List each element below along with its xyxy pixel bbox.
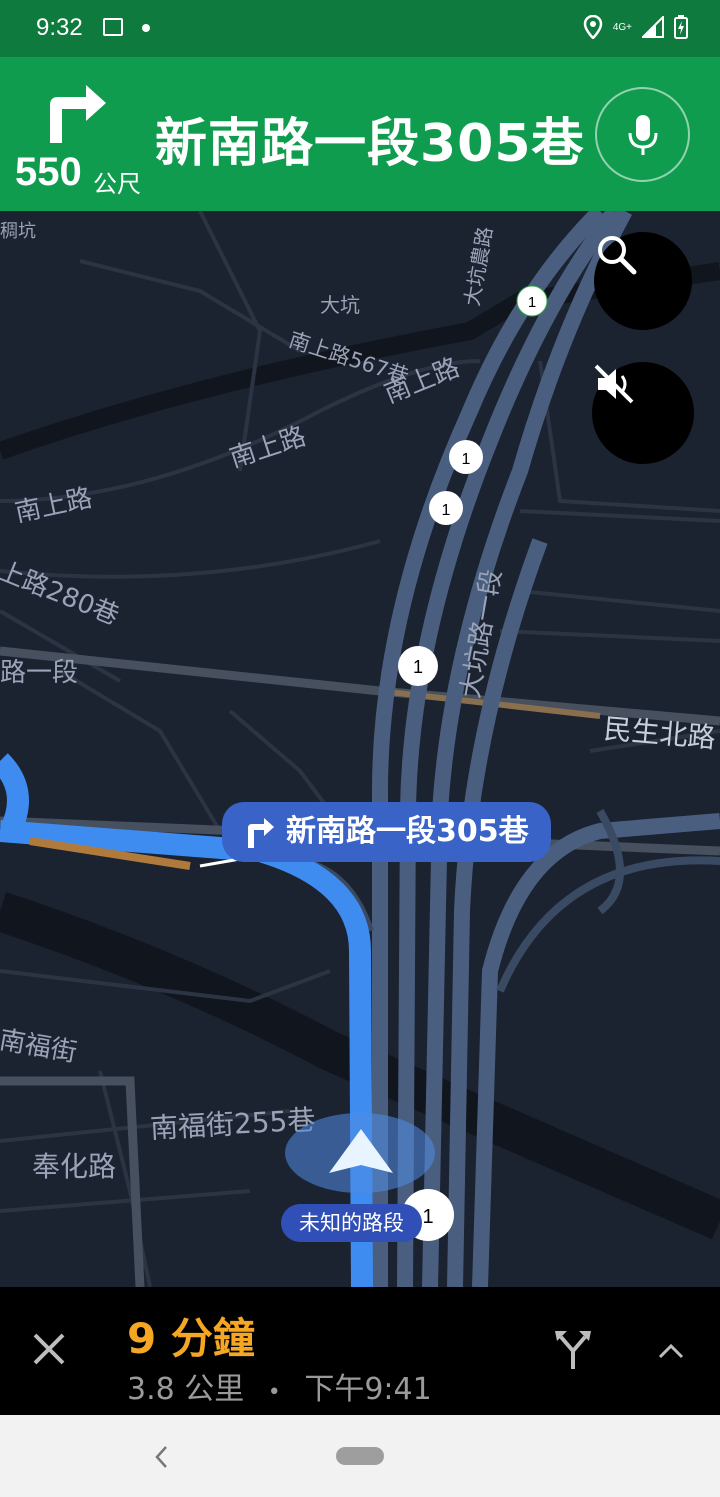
alternate-route-icon[interactable] xyxy=(555,1329,591,1371)
status-icons: 4G+ xyxy=(583,15,688,39)
turn-right-icon xyxy=(248,818,274,848)
back-icon[interactable] xyxy=(154,1445,170,1469)
status-bar: 9:32 4G+ xyxy=(0,0,720,57)
navigation-header: 550 公尺 新南路一段305巷 xyxy=(0,57,720,211)
current-road-label: 未知的路段 xyxy=(281,1204,422,1242)
mute-button[interactable] xyxy=(592,362,694,464)
search-icon xyxy=(598,236,637,275)
search-along-route-button[interactable] xyxy=(594,232,692,330)
battery-charging-icon xyxy=(674,15,688,39)
route-turn-callout: 新南路一段305巷 xyxy=(222,802,551,862)
system-navigation-bar xyxy=(0,1415,720,1497)
route-shield-icon: 1 xyxy=(516,285,548,317)
current-location-puck xyxy=(285,1113,435,1193)
trip-distance: 3.8 公里 xyxy=(127,1372,245,1407)
route-shield-icon: 1 xyxy=(429,491,463,525)
maneuver-distance: 550 xyxy=(15,150,82,194)
maneuver-distance-unit: 公尺 xyxy=(93,170,141,198)
voice-search-button[interactable] xyxy=(595,87,690,182)
notification-dot-icon xyxy=(142,24,150,32)
map-label-road1: 路一段 xyxy=(0,658,79,688)
navigation-arrow-icon xyxy=(329,1129,393,1173)
separator-dot: • xyxy=(267,1380,281,1405)
svg-text:1: 1 xyxy=(442,502,451,519)
route-shield-icon: 1 xyxy=(398,646,438,686)
map-label-fenghua: 奉化路 xyxy=(32,1150,117,1183)
svg-text:1: 1 xyxy=(413,657,423,677)
map-label-top-partial: 稠坑 xyxy=(0,221,36,242)
arrival-time: 下午9:41 xyxy=(304,1372,432,1407)
mic-icon xyxy=(628,114,657,155)
signal-icon xyxy=(642,16,664,38)
chevron-up-icon[interactable] xyxy=(658,1343,684,1359)
volume-off-icon xyxy=(594,364,634,404)
turn-right-icon xyxy=(50,85,106,143)
home-button[interactable] xyxy=(336,1447,384,1465)
route-callout-text: 新南路一段305巷 xyxy=(286,814,529,849)
map-label-dakeng: 大坑 xyxy=(320,293,360,317)
next-street-name: 新南路一段305巷 xyxy=(155,114,585,174)
trip-summary-bar: 9 分鐘 3.8 公里 • 下午9:41 xyxy=(0,1287,720,1415)
trip-details[interactable]: 3.8 公里 • 下午9:41 xyxy=(127,1364,432,1408)
svg-text:1: 1 xyxy=(422,1206,433,1228)
image-notification-icon xyxy=(103,18,123,36)
svg-text:1: 1 xyxy=(528,294,536,311)
network-type: 4G+ xyxy=(612,21,632,33)
svg-text:1: 1 xyxy=(462,451,471,468)
route-shield-icon: 1 xyxy=(449,440,483,474)
status-time: 9:32 xyxy=(36,14,83,41)
eta-duration[interactable]: 9 分鐘 xyxy=(127,1305,255,1366)
close-icon[interactable] xyxy=(32,1332,66,1366)
navigation-map[interactable]: 稠坑 大坑 南上路567巷 南上路 南上路 南上路 上路280巷 路一段 大坑農… xyxy=(0,211,720,1287)
location-icon xyxy=(583,15,603,39)
